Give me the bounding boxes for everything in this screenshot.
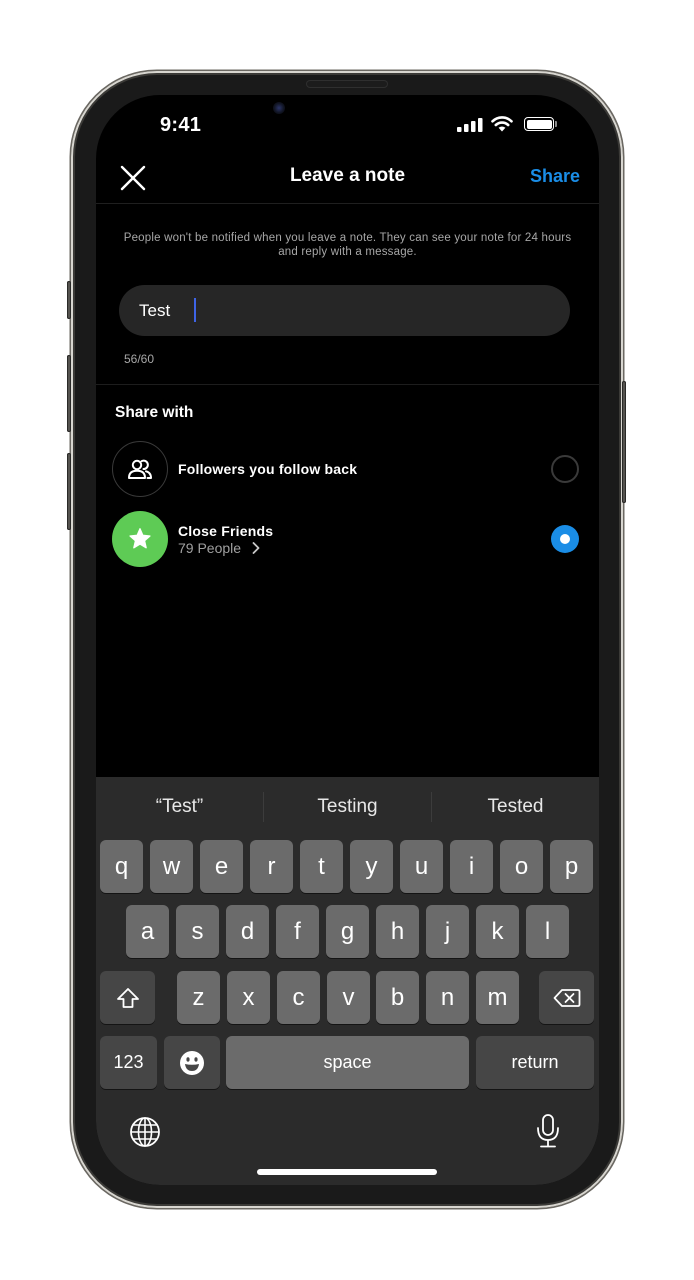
close-friends-count[interactable]: 79 People <box>178 540 261 556</box>
key-f[interactable]: f <box>276 905 319 958</box>
share-option-label: Close Friends <box>178 523 274 539</box>
front-camera <box>273 102 285 114</box>
people-icon-avatar <box>112 441 168 497</box>
shift-key[interactable] <box>100 971 155 1024</box>
cellular-signal-icon <box>457 118 483 132</box>
info-text: People won't be notified when you leave … <box>123 232 572 258</box>
suggestion-1[interactable]: “Test” <box>96 777 263 837</box>
key-x[interactable]: x <box>227 971 270 1024</box>
radio-close-friends[interactable] <box>551 525 579 553</box>
suggestion-2[interactable]: Testing <box>264 777 431 837</box>
delete-key[interactable] <box>539 971 594 1024</box>
key-j[interactable]: j <box>426 905 469 958</box>
key-d[interactable]: d <box>226 905 269 958</box>
shift-icon <box>116 987 139 1008</box>
key-o[interactable]: o <box>500 840 543 893</box>
key-l[interactable]: l <box>526 905 569 958</box>
share-option-followers[interactable]: Followers you follow back <box>96 439 599 499</box>
key-v[interactable]: v <box>327 971 370 1024</box>
share-with-title: Share with <box>115 404 194 421</box>
key-y[interactable]: y <box>350 840 393 893</box>
home-indicator[interactable] <box>257 1169 437 1175</box>
keyboard-suggestions: “Test” Testing Tested <box>96 777 599 837</box>
star-icon <box>129 528 151 549</box>
radio-followers[interactable] <box>551 455 579 483</box>
volume-down-button <box>67 453 71 530</box>
key-m[interactable]: m <box>476 971 519 1024</box>
key-t[interactable]: t <box>300 840 343 893</box>
share-option-close-friends[interactable]: Close Friends 79 People <box>96 509 599 569</box>
people-icon <box>128 459 152 479</box>
key-a[interactable]: a <box>126 905 169 958</box>
key-p[interactable]: p <box>550 840 593 893</box>
radio-selected-dot <box>560 534 570 544</box>
key-k[interactable]: k <box>476 905 519 958</box>
char-count: 56/60 <box>124 352 155 366</box>
key-r[interactable]: r <box>250 840 293 893</box>
keyboard: “Test” Testing Tested q w e r t y u i o … <box>96 777 599 1185</box>
globe-icon[interactable] <box>129 1116 161 1148</box>
key-s[interactable]: s <box>176 905 219 958</box>
key-u[interactable]: u <box>400 840 443 893</box>
close-friends-count-text: 79 People <box>178 540 242 556</box>
screen: 9:41 Leave a note Share People won't be … <box>96 95 599 1185</box>
share-button[interactable]: Share <box>530 166 580 187</box>
key-i[interactable]: i <box>450 840 493 893</box>
key-g[interactable]: g <box>326 905 369 958</box>
earpiece-speaker <box>306 80 388 88</box>
key-h[interactable]: h <box>376 905 419 958</box>
page-title: Leave a note <box>289 165 406 186</box>
nav-bar: Leave a note Share <box>96 155 599 204</box>
note-input[interactable] <box>139 285 539 336</box>
battery-icon <box>524 117 554 131</box>
wifi-icon <box>491 116 513 132</box>
key-z[interactable]: z <box>177 971 220 1024</box>
emoji-key[interactable] <box>164 1036 220 1089</box>
note-input-container[interactable] <box>119 285 570 336</box>
volume-up-button <box>67 355 71 432</box>
space-key[interactable]: space <box>226 1036 469 1089</box>
emoji-icon <box>180 1050 204 1075</box>
chevron-right-icon <box>252 542 260 554</box>
status-bar: 9:41 <box>96 95 599 155</box>
key-q[interactable]: q <box>100 840 143 893</box>
suggestion-3[interactable]: Tested <box>432 777 599 837</box>
key-n[interactable]: n <box>426 971 469 1024</box>
power-button <box>622 381 626 503</box>
action-button <box>67 281 71 319</box>
key-e[interactable]: e <box>200 840 243 893</box>
status-time: 9:41 <box>160 114 202 136</box>
key-b[interactable]: b <box>376 971 419 1024</box>
text-caret <box>194 298 196 322</box>
share-option-label: Followers you follow back <box>178 461 358 477</box>
key-c[interactable]: c <box>277 971 320 1024</box>
divider <box>96 384 599 385</box>
key-w[interactable]: w <box>150 840 193 893</box>
numbers-key[interactable]: 123 <box>100 1036 157 1089</box>
backspace-icon <box>553 988 580 1007</box>
microphone-icon[interactable] <box>535 1113 561 1149</box>
battery-tip <box>555 121 557 127</box>
close-friends-avatar <box>112 511 168 567</box>
return-key[interactable]: return <box>476 1036 594 1089</box>
